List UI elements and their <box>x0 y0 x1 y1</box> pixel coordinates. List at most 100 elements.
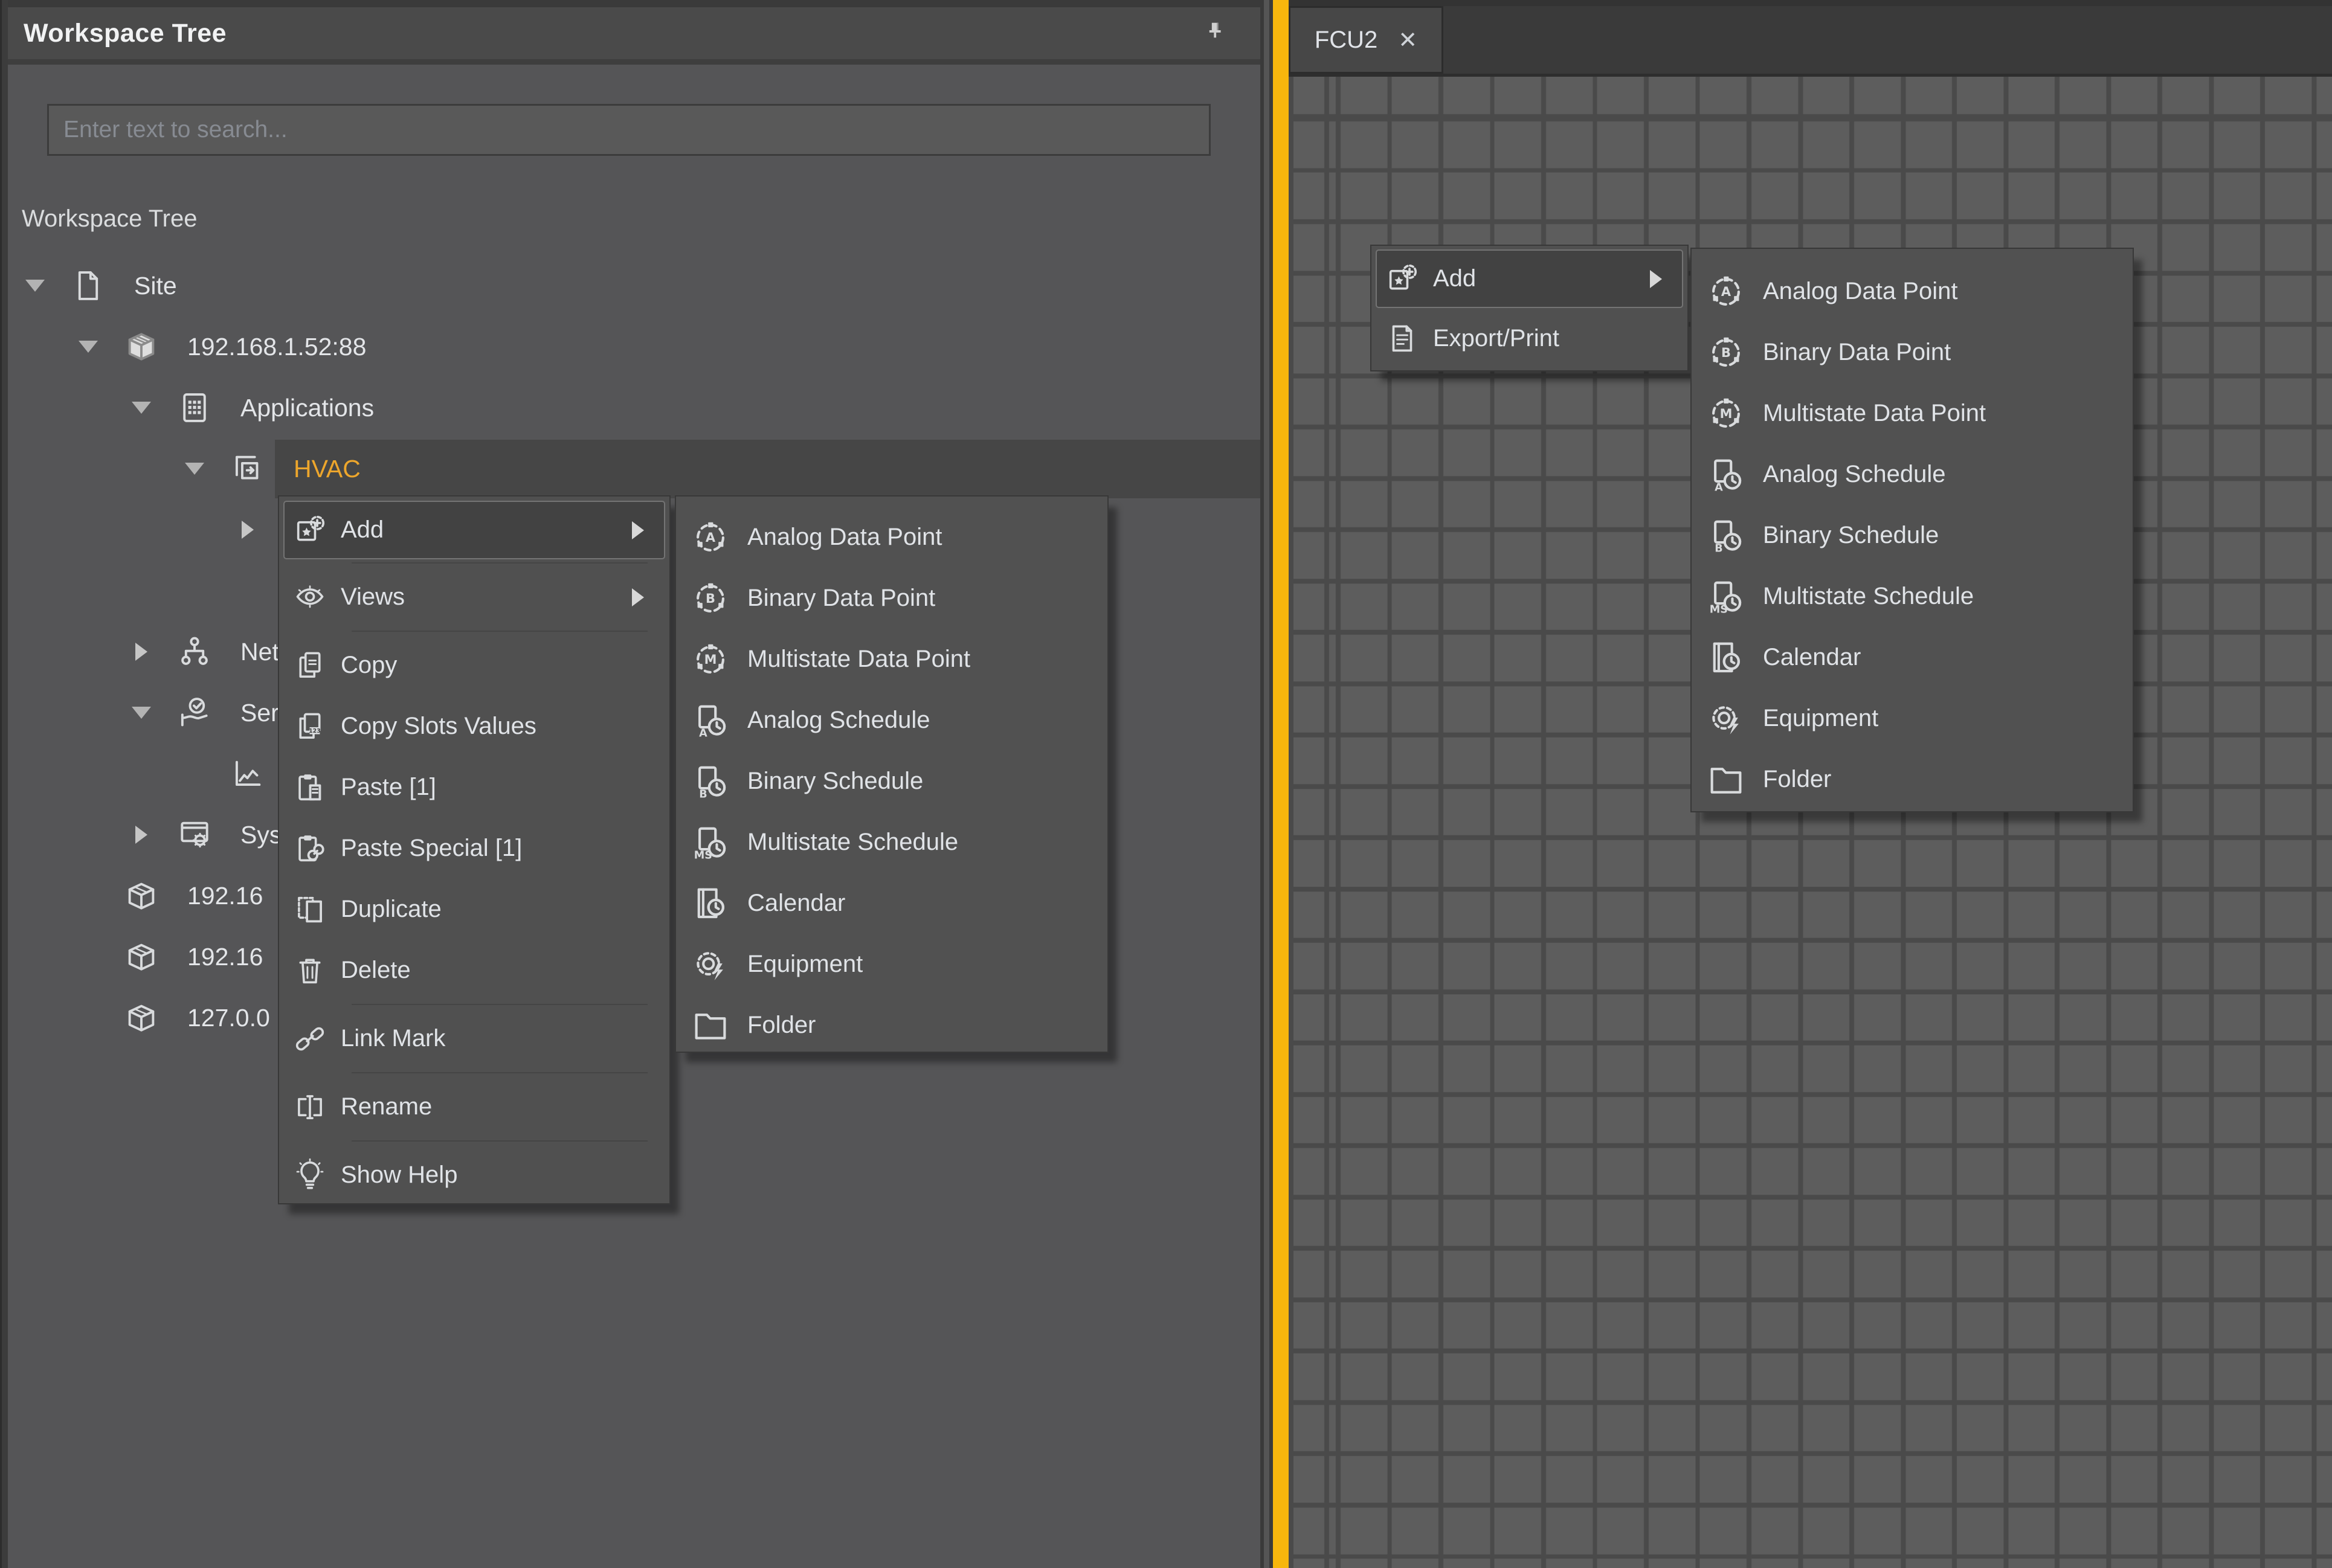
menu-item-label: Equipment <box>1763 705 1878 732</box>
tab-fcu2[interactable]: FCU2 ✕ <box>1289 6 1443 74</box>
svg-text:A: A <box>1721 284 1731 299</box>
search-box[interactable] <box>47 104 1211 156</box>
device-solid-icon <box>121 318 162 376</box>
collapse-arrow-icon[interactable] <box>128 684 155 742</box>
menu-item-binary-schedule[interactable]: B Binary Schedule <box>676 751 1107 812</box>
menu-item-analog-data-point[interactable]: AAnalog Data Point <box>1692 261 2133 322</box>
svg-text:B: B <box>706 591 715 606</box>
app-view-icon <box>227 440 268 498</box>
menu-item-copy[interactable]: Copy <box>279 635 669 696</box>
tree-row-label: Site <box>134 257 177 315</box>
binary-point-icon: B <box>1706 333 1746 373</box>
menu-item-label: Add <box>341 516 384 544</box>
add-icon <box>292 513 327 548</box>
menu-item-multistate-data-point[interactable]: MMultistate Data Point <box>1692 383 2133 444</box>
menu-item-add[interactable]: Add <box>1376 249 1683 308</box>
app-window: Workspace Tree Workspace Tree Site192.16… <box>0 0 2332 1568</box>
menu-item-show-help[interactable]: Show Help <box>279 1145 669 1206</box>
menu-item-calendar[interactable]: Calendar <box>1692 627 2133 688</box>
menu-item-label: Analog Schedule <box>747 707 930 734</box>
menu-item-binary-data-point[interactable]: BBinary Data Point <box>1692 322 2133 383</box>
header-divider <box>8 59 1260 65</box>
expand-arrow-icon[interactable] <box>128 806 155 864</box>
expand-arrow-icon[interactable] <box>128 623 155 681</box>
menu-item-delete[interactable]: Delete <box>279 940 669 1001</box>
menu-item-views[interactable]: Views <box>279 567 669 628</box>
menu-item-analog-data-point[interactable]: AAnalog Data Point <box>676 507 1107 568</box>
menu-item-binary-data-point[interactable]: BBinary Data Point <box>676 568 1107 629</box>
menu-item-analog-schedule[interactable]: A Analog Schedule <box>1692 444 2133 505</box>
document-icon <box>68 257 109 315</box>
splitter-bar[interactable] <box>1273 0 1289 1568</box>
menu-item-label: Delete <box>341 957 411 984</box>
menu-item-label: Multistate Schedule <box>1763 583 1974 610</box>
menu-item-label: Binary Schedule <box>747 768 923 795</box>
network-icon <box>174 623 215 681</box>
services-icon <box>174 684 215 742</box>
applications-icon <box>174 379 215 437</box>
menu-item-folder[interactable]: Folder <box>1692 749 2133 810</box>
menu-item-calendar[interactable]: Calendar <box>676 873 1107 934</box>
folder-icon <box>1706 760 1746 800</box>
menu-item-duplicate[interactable]: Duplicate <box>279 879 669 940</box>
tree-row-site[interactable]: Site <box>0 257 1260 315</box>
pin-icon[interactable] <box>1201 19 1229 47</box>
menu-item-add[interactable]: Add <box>283 501 665 559</box>
binary-point-icon: B <box>691 579 730 619</box>
menu-item-label: Multistate Data Point <box>747 646 970 673</box>
analog-point-icon: A <box>691 518 730 557</box>
menu-item-label: Paste Special [1] <box>341 835 522 862</box>
duplicate-icon <box>292 892 327 927</box>
menu-item-equipment[interactable]: Equipment <box>1692 688 2133 749</box>
multistate-point-icon: M <box>691 640 730 680</box>
menu-item-label: Copy Slots Values <box>341 713 536 740</box>
menu-item-paste-special-1-[interactable]: Paste Special [1] <box>279 818 669 879</box>
collapse-arrow-icon[interactable] <box>22 257 48 315</box>
paste-icon <box>292 770 327 805</box>
menu-item-multistate-schedule[interactable]: MS Multistate Schedule <box>1692 566 2133 627</box>
menu-item-binary-schedule[interactable]: B Binary Schedule <box>1692 505 2133 566</box>
tree-row-applications[interactable]: Applications <box>0 379 1260 437</box>
menu-item-paste-1-[interactable]: Paste [1] <box>279 757 669 818</box>
panel-header: Workspace Tree <box>8 7 1260 59</box>
tree-row-192-168-1-52-88[interactable]: 192.168.1.52:88 <box>0 318 1260 376</box>
menu-item-link-mark[interactable]: Link Mark <box>279 1008 669 1069</box>
multistate-schedule-icon: MS <box>1706 577 1746 617</box>
tab-bar: FCU2 ✕ <box>1289 0 2332 77</box>
menu-item-equipment[interactable]: Equipment <box>676 934 1107 995</box>
menu-item-label: Rename <box>341 1093 432 1120</box>
menu-item-multistate-data-point[interactable]: M Multistate Data Point <box>676 629 1107 690</box>
calendar-icon <box>1706 638 1746 678</box>
delete-icon <box>292 953 327 988</box>
menu-item-multistate-schedule[interactable]: MS Multistate Schedule <box>676 812 1107 873</box>
menu-item-copy-slots-values[interactable]: 123Copy Slots Values <box>279 696 669 757</box>
panel-title: Workspace Tree <box>24 19 227 48</box>
search-input[interactable] <box>49 106 1209 154</box>
menu-item-label: Folder <box>747 1012 816 1039</box>
collapse-arrow-icon[interactable] <box>75 318 101 376</box>
collapse-arrow-icon[interactable] <box>128 379 155 437</box>
menu-item-label: Calendar <box>747 890 845 917</box>
link-icon <box>292 1021 327 1056</box>
menu-item-label: Equipment <box>747 951 863 978</box>
tree-row-label: Applications <box>240 379 374 437</box>
menu-item-rename[interactable]: Rename <box>279 1076 669 1137</box>
svg-text:A: A <box>699 727 707 739</box>
submenu-arrow-icon <box>632 521 644 539</box>
menu-item-export-print[interactable]: Export/Print <box>1371 308 1687 369</box>
tree-row-label: Sys <box>240 806 282 864</box>
rename-icon <box>292 1090 327 1125</box>
tree-row-hvac[interactable]: HVAC <box>0 440 1260 498</box>
tab-label: FCU2 <box>1315 27 1377 54</box>
tree-row-label: HVAC <box>294 440 361 498</box>
menu-item-analog-schedule[interactable]: A Analog Schedule <box>676 690 1107 751</box>
menu-item-folder[interactable]: Folder <box>676 995 1107 1056</box>
copy-icon <box>292 648 327 683</box>
svg-text:A: A <box>706 530 716 545</box>
menu-item-label: Link Mark <box>341 1025 445 1052</box>
tab-close-icon[interactable]: ✕ <box>1398 27 1417 54</box>
expand-arrow-icon[interactable] <box>234 501 261 559</box>
collapse-arrow-icon[interactable] <box>181 440 208 498</box>
menu-item-label: Views <box>341 583 405 611</box>
menu-separator <box>279 1001 669 1008</box>
